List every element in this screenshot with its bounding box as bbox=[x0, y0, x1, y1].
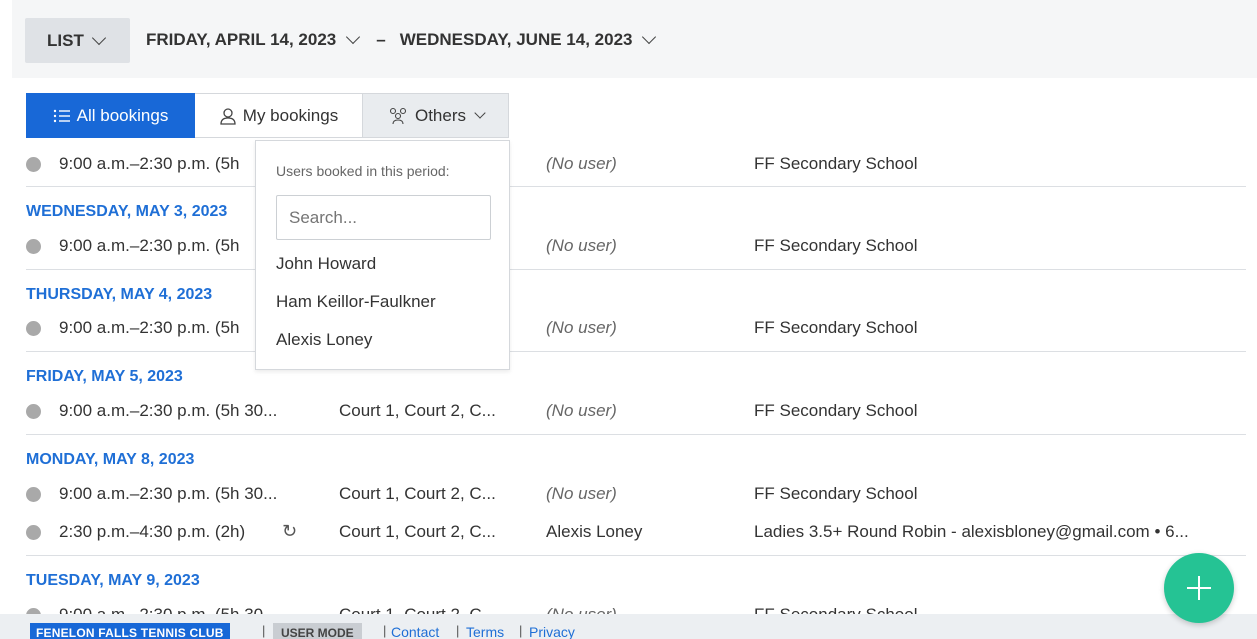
others-dropdown-menu: Users booked in this period: John Howard… bbox=[255, 140, 510, 370]
divider bbox=[26, 186, 1246, 187]
separator: | bbox=[262, 623, 266, 638]
day-header: THURSDAY, MAY 4, 2023 bbox=[26, 286, 213, 303]
booking-time: 9:00 a.m.–2:30 p.m. (5h 30... bbox=[59, 401, 278, 420]
divider bbox=[26, 351, 1246, 352]
divider bbox=[26, 434, 1246, 435]
user-option[interactable]: Alexis Loney bbox=[276, 330, 372, 350]
club-name-badge[interactable]: FENELON FALLS TENNIS CLUB bbox=[30, 623, 230, 639]
privacy-link[interactable]: Privacy bbox=[529, 624, 575, 639]
booking-user: (No user) bbox=[546, 154, 617, 173]
user-option[interactable]: John Howard bbox=[276, 254, 376, 274]
booking-time: 9:00 a.m.–2:30 p.m. (5h bbox=[59, 236, 240, 255]
booking-courts: Court 1, Court 2, C... bbox=[339, 522, 496, 541]
user-search-input[interactable] bbox=[276, 195, 491, 240]
chevron-down-icon bbox=[474, 107, 486, 119]
separator: | bbox=[456, 623, 460, 638]
start-date-picker[interactable]: FRIDAY, APRIL 14, 2023 bbox=[146, 30, 336, 50]
user-icon bbox=[220, 107, 236, 125]
chevron-down-icon[interactable] bbox=[346, 29, 361, 45]
separator: | bbox=[383, 623, 387, 638]
filter-others-label: Others bbox=[414, 105, 467, 125]
booking-description: FF Secondary School bbox=[754, 236, 918, 255]
booking-user: (No user) bbox=[546, 236, 617, 255]
add-booking-button[interactable] bbox=[1164, 553, 1234, 623]
booking-courts: Court 1, Court 2, C... bbox=[339, 484, 496, 503]
booking-user: (No user) bbox=[546, 484, 617, 503]
date-separator: – bbox=[376, 30, 386, 49]
user-mode-badge[interactable]: USER MODE bbox=[273, 623, 362, 639]
date-range: FRIDAY, APRIL 14, 2023 – WEDNESDAY, JUNE… bbox=[146, 29, 657, 50]
booking-time: 9:00 a.m.–2:30 p.m. (5h bbox=[59, 318, 240, 337]
booking-row[interactable]: 2:30 p.m.–4:30 p.m. (2h) ↻ Court 1, Cour… bbox=[26, 518, 1246, 548]
repeat-icon: ↻ bbox=[282, 521, 298, 541]
booking-time: 2:30 p.m.–4:30 p.m. (2h) bbox=[59, 522, 246, 541]
booking-description: FF Secondary School bbox=[754, 318, 918, 337]
separator: | bbox=[519, 623, 523, 638]
booking-row[interactable]: 9:00 a.m.–2:30 p.m. (5h 30... Court 1, C… bbox=[26, 397, 1246, 427]
chevron-down-icon bbox=[91, 30, 106, 45]
booking-description: FF Secondary School bbox=[754, 484, 918, 503]
status-dot bbox=[26, 321, 41, 336]
view-mode-dropdown[interactable]: LIST bbox=[25, 18, 130, 63]
booking-description: Ladies 3.5+ Round Robin - alexisbloney@g… bbox=[754, 522, 1189, 541]
day-header: WEDNESDAY, MAY 3, 2023 bbox=[26, 203, 228, 220]
filter-all-bookings-button[interactable]: All bookings bbox=[26, 93, 195, 138]
booking-description: FF Secondary School bbox=[754, 154, 918, 173]
day-header: FRIDAY, MAY 5, 2023 bbox=[26, 368, 183, 385]
status-dot bbox=[26, 404, 41, 419]
booking-courts: Court 1, Court 2, C... bbox=[339, 401, 496, 420]
end-date-picker[interactable]: WEDNESDAY, JUNE 14, 2023 bbox=[400, 30, 633, 50]
day-header: TUESDAY, MAY 9, 2023 bbox=[26, 572, 200, 589]
booking-time: 9:00 a.m.–2:30 p.m. (5h bbox=[59, 154, 240, 173]
filter-mine-label: My bookings bbox=[242, 105, 339, 125]
filter-others-dropdown[interactable]: Others bbox=[363, 93, 509, 138]
booking-user: Alexis Loney bbox=[546, 522, 643, 541]
divider bbox=[26, 555, 1246, 556]
user-option[interactable]: Ham Keillor-Faulkner bbox=[276, 292, 436, 312]
booking-time: 9:00 a.m.–2:30 p.m. (5h 30... bbox=[59, 484, 278, 503]
booking-row[interactable]: 9:00 a.m.–2:30 p.m. (5h (No user) FF Sec… bbox=[26, 232, 1246, 262]
status-dot bbox=[26, 525, 41, 540]
day-header: MONDAY, MAY 8, 2023 bbox=[26, 451, 195, 468]
booking-user: (No user) bbox=[546, 401, 617, 420]
status-dot bbox=[26, 157, 41, 172]
list-icon bbox=[53, 109, 70, 122]
plus-icon bbox=[1187, 576, 1211, 600]
booking-row[interactable]: 9:00 a.m.–2:30 p.m. (5h 30... Court 1, C… bbox=[26, 480, 1246, 510]
filter-my-bookings-button[interactable]: My bookings bbox=[195, 93, 363, 138]
users-icon bbox=[389, 107, 407, 124]
status-dot bbox=[26, 487, 41, 502]
dropdown-heading: Users booked in this period: bbox=[276, 163, 450, 179]
booking-description: FF Secondary School bbox=[754, 401, 918, 420]
divider bbox=[26, 269, 1246, 270]
booking-filter-group: All bookings My bookings Others bbox=[26, 93, 509, 138]
terms-link[interactable]: Terms bbox=[466, 624, 504, 639]
booking-user: (No user) bbox=[546, 318, 617, 337]
chevron-down-icon[interactable] bbox=[642, 29, 657, 45]
booking-row[interactable]: 9:00 a.m.–2:30 p.m. (5h (No user) FF Sec… bbox=[26, 150, 1246, 180]
booking-row[interactable]: 9:00 a.m.–2:30 p.m. (5h (No user) FF Sec… bbox=[26, 314, 1246, 344]
status-dot bbox=[26, 239, 41, 254]
contact-link[interactable]: Contact bbox=[391, 624, 439, 639]
footer: FENELON FALLS TENNIS CLUB | USER MODE | … bbox=[0, 614, 1257, 639]
view-mode-label: LIST bbox=[47, 30, 84, 50]
filter-all-label: All bookings bbox=[76, 105, 169, 125]
